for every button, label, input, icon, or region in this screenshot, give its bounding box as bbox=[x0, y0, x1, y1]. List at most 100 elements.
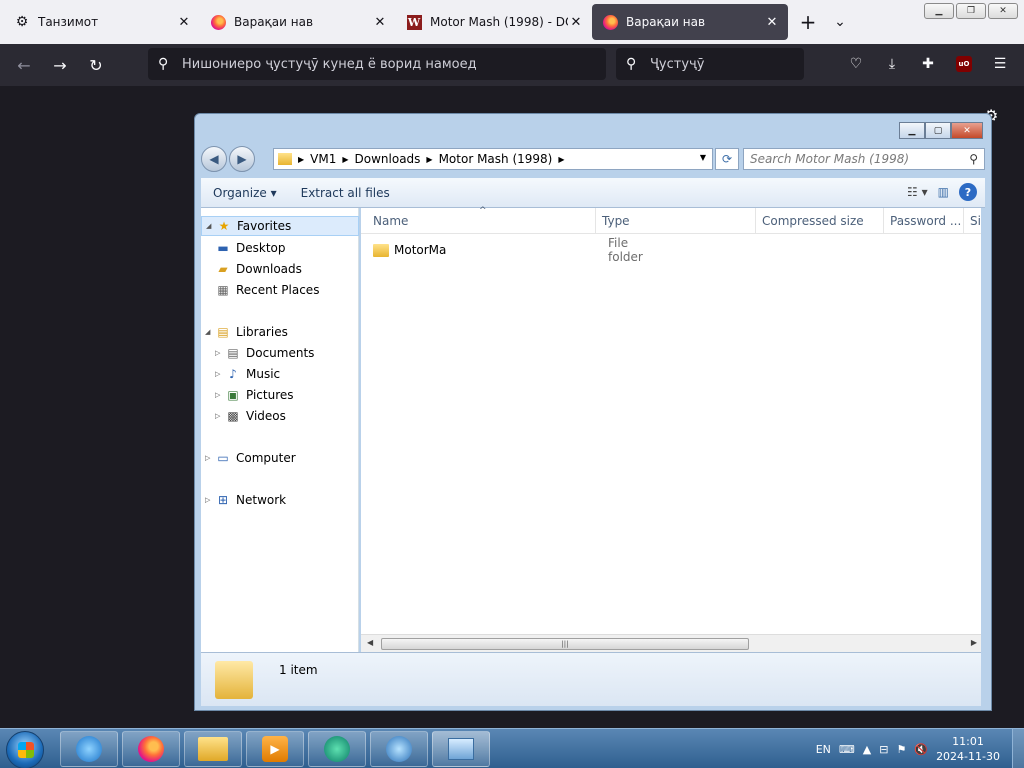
help-icon[interactable]: ? bbox=[959, 183, 977, 201]
reload-button[interactable]: ↻ bbox=[78, 49, 114, 81]
view-options-icon[interactable]: ☷ ▾ bbox=[907, 185, 928, 199]
back-button[interactable]: ← bbox=[6, 49, 42, 81]
tab-new-1[interactable]: Варақаи нав ✕ bbox=[200, 4, 396, 40]
search-bar[interactable]: ⚲ Ҷустуҷӯ bbox=[616, 48, 804, 80]
nav-documents[interactable]: ▷ ▤ Documents bbox=[211, 343, 369, 363]
nav-label: Music bbox=[246, 367, 281, 381]
tab-motor-mash[interactable]: W Motor Mash (1998) - DOS I ✕ bbox=[396, 4, 592, 40]
tab-settings[interactable]: ⚙ Танзимот ✕ bbox=[4, 4, 200, 40]
column-header-type[interactable]: Type bbox=[602, 214, 630, 228]
maximize-button[interactable]: ▢ bbox=[925, 122, 951, 139]
nav-computer[interactable]: ▷ ▭ Computer bbox=[201, 448, 359, 468]
preview-pane-icon[interactable]: ▥ bbox=[938, 185, 949, 199]
refresh-button[interactable]: ⟳ bbox=[715, 148, 739, 170]
breadcrumb-separator-icon: ▶ bbox=[342, 154, 349, 164]
breadcrumb-motor-mash[interactable]: Motor Mash (1998) bbox=[439, 152, 553, 166]
column-divider[interactable] bbox=[595, 208, 596, 234]
scroll-right-icon[interactable]: ▶ bbox=[971, 638, 977, 647]
column-header-compressed-size[interactable]: Compressed size bbox=[762, 214, 864, 228]
breadcrumb-vm1[interactable]: VM1 bbox=[310, 152, 336, 166]
tab-label: Варақаи нав bbox=[234, 15, 314, 29]
downloads-icon[interactable]: ⤓ bbox=[878, 50, 906, 78]
nav-label: Libraries bbox=[236, 325, 288, 339]
restore-button[interactable]: ❐ bbox=[956, 3, 986, 19]
expand-icon[interactable]: ◢ bbox=[205, 328, 215, 336]
back-button[interactable]: ◀ bbox=[201, 146, 227, 172]
nav-music[interactable]: ▷ ♪ Music bbox=[211, 364, 369, 384]
explorer-search-input[interactable]: Search Motor Mash (1998) ⚲ bbox=[743, 148, 985, 170]
column-divider[interactable] bbox=[963, 208, 964, 234]
taskbar-ie[interactable] bbox=[60, 731, 118, 767]
list-item[interactable]: MotorMa File folder bbox=[373, 236, 643, 264]
forward-button[interactable]: → bbox=[42, 49, 78, 81]
taskbar-control-panel[interactable] bbox=[432, 731, 490, 767]
pocket-icon[interactable]: ♡ bbox=[842, 50, 870, 78]
collapse-icon[interactable]: ▷ bbox=[205, 454, 215, 462]
app-teal-icon bbox=[324, 736, 350, 762]
scroll-left-icon[interactable]: ◀ bbox=[367, 638, 373, 647]
chevron-down-icon[interactable]: ▼ bbox=[700, 153, 706, 162]
nav-desktop[interactable]: ▬ Desktop bbox=[215, 238, 373, 258]
url-bar[interactable]: ⚲ Нишониеро ҷустуҷӯ кунед ё ворид намоед bbox=[148, 48, 606, 80]
close-button[interactable]: ✕ bbox=[951, 122, 983, 139]
show-desktop-button[interactable] bbox=[1012, 729, 1024, 768]
breadcrumb-downloads[interactable]: Downloads bbox=[355, 152, 421, 166]
keyboard-icon[interactable]: ⌨ bbox=[839, 743, 855, 756]
taskbar-explorer[interactable] bbox=[184, 731, 242, 767]
explorer-titlebar[interactable]: ▁ ▢ ✕ bbox=[195, 114, 991, 144]
close-icon[interactable]: ✕ bbox=[372, 14, 388, 30]
collapse-icon[interactable]: ▷ bbox=[215, 349, 225, 357]
column-divider[interactable] bbox=[883, 208, 884, 234]
extract-all-button[interactable]: Extract all files bbox=[289, 186, 402, 200]
star-icon: ★ bbox=[218, 219, 230, 233]
menu-icon[interactable]: ☰ bbox=[986, 50, 1014, 78]
close-button[interactable]: ✕ bbox=[988, 3, 1018, 19]
network-tray-icon[interactable]: ⊟ bbox=[879, 743, 888, 756]
list-all-tabs-button[interactable]: ⌄ bbox=[824, 6, 856, 38]
column-divider[interactable] bbox=[755, 208, 756, 234]
close-icon[interactable]: ✕ bbox=[176, 14, 192, 30]
nav-favorites[interactable]: ◢ ★ Favorites bbox=[201, 216, 359, 236]
close-icon[interactable]: ✕ bbox=[568, 14, 584, 30]
language-indicator[interactable]: EN bbox=[816, 743, 831, 756]
show-hidden-icons-icon[interactable]: ▲ bbox=[863, 743, 871, 756]
taskbar-app-teal[interactable] bbox=[308, 731, 366, 767]
taskbar-media-player[interactable]: ▶ bbox=[246, 731, 304, 767]
address-bar[interactable]: ▶ VM1 ▶ Downloads ▶ Motor Mash (1998) ▶ … bbox=[273, 148, 713, 170]
start-button[interactable] bbox=[6, 731, 44, 768]
column-header-name[interactable]: Name bbox=[373, 214, 408, 228]
tab-new-active[interactable]: Варақаи нав ✕ bbox=[592, 4, 788, 40]
clock[interactable]: 11:01 2024-11-30 bbox=[936, 734, 1000, 764]
forward-button[interactable]: ▶ bbox=[229, 146, 255, 172]
organize-button[interactable]: Organize ▾ bbox=[201, 186, 289, 200]
volume-muted-icon[interactable]: 🔇 bbox=[914, 743, 928, 756]
action-center-flag-icon[interactable]: ⚑ bbox=[896, 743, 906, 756]
new-tab-button[interactable]: + bbox=[792, 6, 824, 38]
expand-icon[interactable]: ◢ bbox=[206, 222, 216, 230]
collapse-icon[interactable]: ▷ bbox=[215, 412, 225, 420]
scroll-thumb[interactable]: ||| bbox=[381, 638, 749, 650]
horizontal-scrollbar[interactable]: ◀ ||| ▶ bbox=[361, 634, 981, 652]
column-header-password[interactable]: Password ... bbox=[890, 214, 961, 228]
minimize-button[interactable]: ▁ bbox=[924, 3, 954, 19]
sort-arrow-icon: ^ bbox=[479, 206, 487, 216]
taskbar-network-app[interactable] bbox=[370, 731, 428, 767]
extensions-icon[interactable]: ✚ bbox=[914, 50, 942, 78]
nav-pictures[interactable]: ▷ ▣ Pictures bbox=[211, 385, 369, 405]
taskbar-firefox[interactable] bbox=[122, 731, 180, 767]
nav-recent-places[interactable]: ▦ Recent Places bbox=[215, 280, 373, 300]
collapse-icon[interactable]: ▷ bbox=[215, 391, 225, 399]
nav-label: Videos bbox=[246, 409, 286, 423]
close-icon[interactable]: ✕ bbox=[764, 14, 780, 30]
nav-libraries[interactable]: ◢ ▤ Libraries bbox=[201, 322, 359, 342]
column-header-size[interactable]: Si bbox=[970, 214, 981, 228]
command-bar: Organize ▾ Extract all files ☷ ▾ ▥ ? bbox=[201, 178, 985, 208]
nav-videos[interactable]: ▷ ▩ Videos bbox=[211, 406, 369, 426]
collapse-icon[interactable]: ▷ bbox=[215, 370, 225, 378]
nav-downloads[interactable]: ▰ Downloads bbox=[215, 259, 373, 279]
nav-network[interactable]: ▷ ⊞ Network bbox=[201, 490, 359, 510]
ublock-icon[interactable]: uO bbox=[950, 50, 978, 78]
minimize-button[interactable]: ▁ bbox=[899, 122, 925, 139]
collapse-icon[interactable]: ▷ bbox=[205, 496, 215, 504]
desktop-icon: ▬ bbox=[217, 241, 229, 255]
